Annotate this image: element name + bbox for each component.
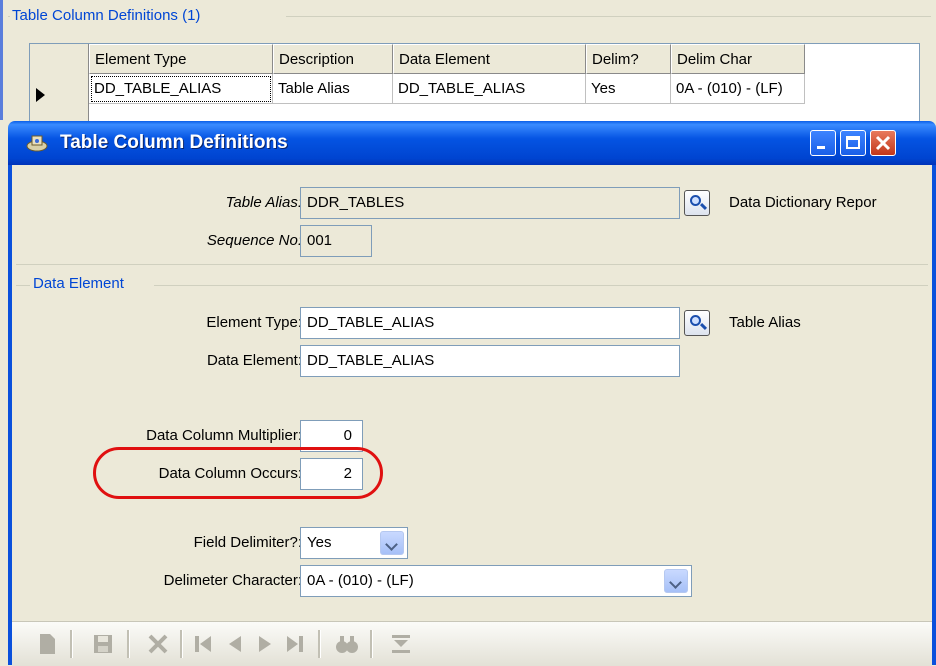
element-type-description: Table Alias <box>729 314 801 331</box>
current-row-indicator-icon <box>36 88 45 102</box>
new-icon[interactable] <box>34 631 60 657</box>
toolbar-separator <box>127 630 130 658</box>
dialog-border <box>932 165 936 665</box>
highlight-annotation <box>93 447 383 499</box>
table-alias-label: Table Alias: <box>225 194 302 211</box>
grid-cell[interactable]: DD_TABLE_ALIAS <box>89 74 273 104</box>
delimiter-character-value: 0A - (010) - (LF) <box>307 572 414 589</box>
grid-header-delim-char[interactable]: Delim Char <box>671 44 805 74</box>
table-column-definitions-dialog: Table Column Definitions Table Alias: DD… <box>8 121 936 666</box>
minimize-button[interactable] <box>810 130 836 156</box>
group-border <box>154 285 928 286</box>
grid-header-element-type[interactable]: Element Type <box>89 44 273 74</box>
grid-cell[interactable]: Table Alias <box>273 74 393 104</box>
field-delimiter-select[interactable]: Yes <box>300 527 408 559</box>
column-definitions-grid[interactable]: Element Type Description Data Element De… <box>29 43 920 125</box>
grid-header-delim[interactable]: Delim? <box>586 44 671 74</box>
grid-cell[interactable]: 0A - (010) - (LF) <box>671 74 805 104</box>
element-type-lookup-button[interactable] <box>684 310 710 336</box>
grid-header-data-element[interactable]: Data Element <box>393 44 586 74</box>
toolbar-separator <box>70 630 73 658</box>
save-icon[interactable] <box>90 631 116 657</box>
toolbar-separator <box>180 630 183 658</box>
data-element-group-title: Data Element <box>31 275 126 292</box>
toolbar-separator <box>370 630 373 658</box>
group-title: Table Column Definitions (1) <box>10 7 203 24</box>
next-record-icon[interactable] <box>252 631 278 657</box>
grid-cell[interactable]: Yes <box>586 74 671 104</box>
element-type-field[interactable]: DD_TABLE_ALIAS <box>300 307 680 339</box>
maximize-button[interactable] <box>840 130 866 156</box>
app-icon <box>26 135 48 152</box>
sequence-no-label: Sequence No: <box>206 232 302 249</box>
title-bar[interactable]: Table Column Definitions <box>8 121 936 165</box>
chevron-down-icon[interactable] <box>664 569 688 593</box>
table-alias-description: Data Dictionary Repor <box>729 194 877 211</box>
delimiter-character-label: Delimeter Character: <box>163 572 302 589</box>
search-icon-handle <box>699 322 708 331</box>
close-icon <box>875 135 891 151</box>
data-column-multiplier-label: Data Column Multiplier: <box>146 427 302 444</box>
chevron-down-icon[interactable] <box>380 531 404 555</box>
group-border <box>16 285 30 286</box>
search-icon-handle <box>699 202 708 211</box>
group-border <box>286 16 931 17</box>
previous-record-icon[interactable] <box>222 631 248 657</box>
close-button[interactable] <box>870 130 896 156</box>
maximize-icon <box>846 136 860 149</box>
table-alias-lookup-button[interactable] <box>684 190 710 216</box>
group-border <box>16 264 928 265</box>
find-icon[interactable] <box>334 631 360 657</box>
field-delimiter-value: Yes <box>307 534 332 551</box>
parent-window-border <box>0 0 3 120</box>
data-element-label: Data Element: <box>206 352 302 369</box>
field-delimiter-label: Field Delimiter?: <box>193 534 302 551</box>
grid-cell[interactable]: DD_TABLE_ALIAS <box>393 74 586 104</box>
first-record-icon[interactable] <box>190 631 216 657</box>
dialog-border <box>8 165 12 665</box>
record-toolbar <box>12 621 932 666</box>
toolbar-separator <box>318 630 321 658</box>
last-record-icon[interactable] <box>282 631 308 657</box>
filter-icon[interactable] <box>388 631 414 657</box>
delete-icon[interactable] <box>145 631 171 657</box>
table-alias-field[interactable]: DDR_TABLES <box>300 187 680 219</box>
minimize-icon <box>817 146 825 149</box>
element-type-label: Element Type: <box>206 314 302 331</box>
dialog-title: Table Column Definitions <box>60 132 288 153</box>
row-selector-column <box>30 44 89 124</box>
delimiter-character-select[interactable]: 0A - (010) - (LF) <box>300 565 692 597</box>
sequence-no-field[interactable]: 001 <box>300 225 372 257</box>
grid-header-description[interactable]: Description <box>273 44 393 74</box>
data-element-field[interactable]: DD_TABLE_ALIAS <box>300 345 680 377</box>
